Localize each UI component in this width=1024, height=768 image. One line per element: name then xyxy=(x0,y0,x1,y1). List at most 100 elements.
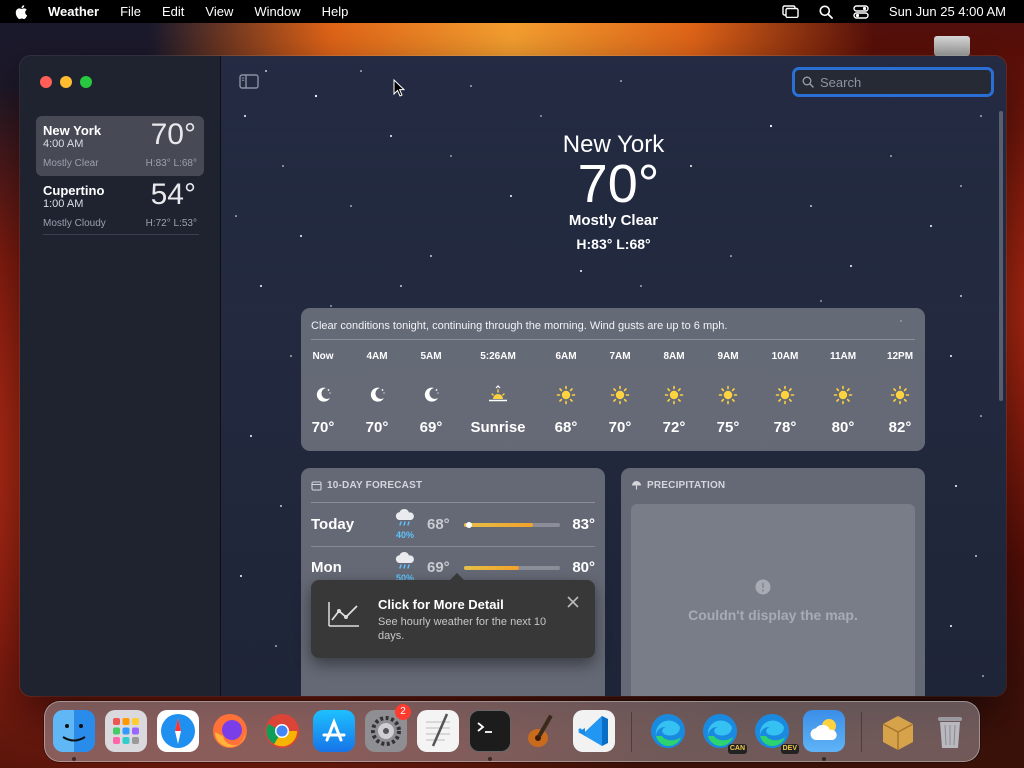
hour-column: 10AM 78° xyxy=(755,351,815,436)
hour-temp: 72° xyxy=(662,419,686,436)
hour-label: 10AM xyxy=(771,351,799,362)
menu-bar-clock[interactable]: Sun Jun 25 4:00 AM xyxy=(889,4,1006,19)
forecast-heading-text: 10-DAY FORECAST xyxy=(327,480,423,491)
moon-icon xyxy=(293,379,353,411)
precipitation-card[interactable]: PRECIPITATION Couldn't display the map. xyxy=(621,468,925,696)
edge-dev-icon[interactable]: DEV xyxy=(751,710,799,754)
menu-edit[interactable]: Edit xyxy=(162,4,184,19)
city-temp: 70° xyxy=(150,118,196,151)
close-icon[interactable] xyxy=(567,596,579,608)
hour-label: 11AM xyxy=(829,351,857,362)
terminal-icon[interactable] xyxy=(469,710,511,752)
notification-badge: 2 xyxy=(395,704,411,720)
app-menu[interactable]: Weather xyxy=(48,4,99,19)
hour-column: 4AM 70° xyxy=(347,351,407,436)
edge-canary-icon[interactable]: CAN xyxy=(699,710,747,754)
launchpad-icon[interactable] xyxy=(105,710,147,752)
precipitation-heading: PRECIPITATION xyxy=(631,480,725,491)
cloud-rain-icon xyxy=(395,551,414,569)
close-window-button[interactable] xyxy=(40,76,52,88)
city-name: Cupertino xyxy=(43,183,105,198)
sidebar-toggle-icon[interactable] xyxy=(239,74,259,89)
sun-icon xyxy=(536,379,596,411)
screen-mirroring-icon[interactable] xyxy=(782,5,799,18)
chrome-icon[interactable] xyxy=(261,710,303,752)
info-icon xyxy=(755,579,771,595)
city-item-new-york[interactable]: New York 4:00 AM 70° Mostly Clear H:83° … xyxy=(36,116,204,176)
sun-icon xyxy=(590,379,650,411)
city-item-cupertino[interactable]: Cupertino 1:00 AM 54° Mostly Cloudy H:72… xyxy=(36,176,204,236)
weather-app-icon[interactable] xyxy=(803,710,845,752)
external-drive-icon[interactable] xyxy=(934,36,970,56)
forecast-row-today[interactable]: Today 40% 68° 83° xyxy=(311,504,595,546)
forecast-low: 68° xyxy=(427,516,450,533)
firefox-icon[interactable] xyxy=(209,710,251,752)
popover-body: See hourly weather for the next 10 days. xyxy=(378,616,547,642)
menu-window[interactable]: Window xyxy=(254,4,300,19)
hour-temp: 80° xyxy=(831,419,855,436)
hour-label: 4AM xyxy=(366,351,388,362)
vscode-icon[interactable] xyxy=(573,710,615,752)
hour-column: 12PM 82° xyxy=(870,351,930,436)
cloud-rain-icon xyxy=(395,508,414,526)
safari-icon[interactable] xyxy=(157,710,199,752)
garageband-icon[interactable] xyxy=(521,710,563,752)
menu-view[interactable]: View xyxy=(205,4,233,19)
search-input[interactable] xyxy=(820,74,980,90)
forecast-day: Mon xyxy=(311,559,342,576)
window-controls xyxy=(40,76,92,88)
minimize-window-button[interactable] xyxy=(60,76,72,88)
forecast-heading: 10-DAY FORECAST xyxy=(311,480,422,491)
temperature-range-bar xyxy=(464,522,560,528)
textedit-icon[interactable] xyxy=(417,710,459,752)
forecast-high: 80° xyxy=(572,559,595,576)
precipitation-map[interactable] xyxy=(631,504,915,696)
map-error-message: Couldn't display the map. xyxy=(688,607,858,623)
downloads-stack-icon[interactable] xyxy=(877,710,919,752)
precipitation-heading-text: PRECIPITATION xyxy=(647,480,726,491)
hour-column: 8AM 72° xyxy=(644,351,704,436)
app-store-icon[interactable] xyxy=(313,710,355,752)
city-condition: Mostly Cloudy xyxy=(43,218,106,229)
system-settings-icon[interactable]: 2 xyxy=(365,704,411,752)
finder-icon[interactable] xyxy=(53,710,95,752)
menu-file[interactable]: File xyxy=(120,4,141,19)
trash-icon[interactable] xyxy=(929,710,971,752)
city-temp: 54° xyxy=(150,178,196,211)
hour-column: Now 70° xyxy=(293,351,353,436)
hour-label: 5AM xyxy=(420,351,442,362)
temperature-range-fill xyxy=(464,523,534,527)
zoom-window-button[interactable] xyxy=(80,76,92,88)
hour-temp: 82° xyxy=(888,419,912,436)
sunrise-icon xyxy=(468,379,528,411)
temperature-range-bar xyxy=(464,566,560,570)
current-condition: Mostly Clear xyxy=(568,212,659,229)
menu-help[interactable]: Help xyxy=(322,4,349,19)
hour-temp: 78° xyxy=(773,419,797,436)
hourly-summary: Clear conditions tonight, continuing thr… xyxy=(311,320,728,332)
dock-separator xyxy=(861,712,862,752)
hour-column: 11AM 80° xyxy=(813,351,873,436)
hour-label: 6AM xyxy=(555,351,577,362)
apple-logo-icon[interactable] xyxy=(14,4,28,20)
hour-label: Now xyxy=(312,351,334,362)
sun-icon xyxy=(813,379,873,411)
hourly-forecast-card[interactable]: Clear conditions tonight, continuing thr… xyxy=(301,308,925,451)
more-detail-popover[interactable]: Click for More Detail See hourly weather… xyxy=(311,573,595,658)
city-hilo: H:83° L:68° xyxy=(145,158,197,169)
current-hilo: H:83° L:68° xyxy=(576,236,651,252)
hour-label: 7AM xyxy=(609,351,631,362)
hour-column: 5:26AM Sunrise xyxy=(468,351,528,436)
edge-icon[interactable] xyxy=(647,710,689,752)
spotlight-search-icon[interactable] xyxy=(819,5,833,19)
line-chart-icon xyxy=(328,602,359,627)
hour-temp: Sunrise xyxy=(470,419,526,436)
hour-temp: 70° xyxy=(311,419,335,436)
city-hilo: H:72° L:53° xyxy=(145,218,197,229)
scrollbar[interactable] xyxy=(999,111,1003,401)
search-icon xyxy=(802,76,814,88)
search-field[interactable] xyxy=(792,67,994,97)
hour-temp: 75° xyxy=(716,419,740,436)
control-center-icon[interactable] xyxy=(853,4,869,19)
hour-label: 9AM xyxy=(717,351,739,362)
